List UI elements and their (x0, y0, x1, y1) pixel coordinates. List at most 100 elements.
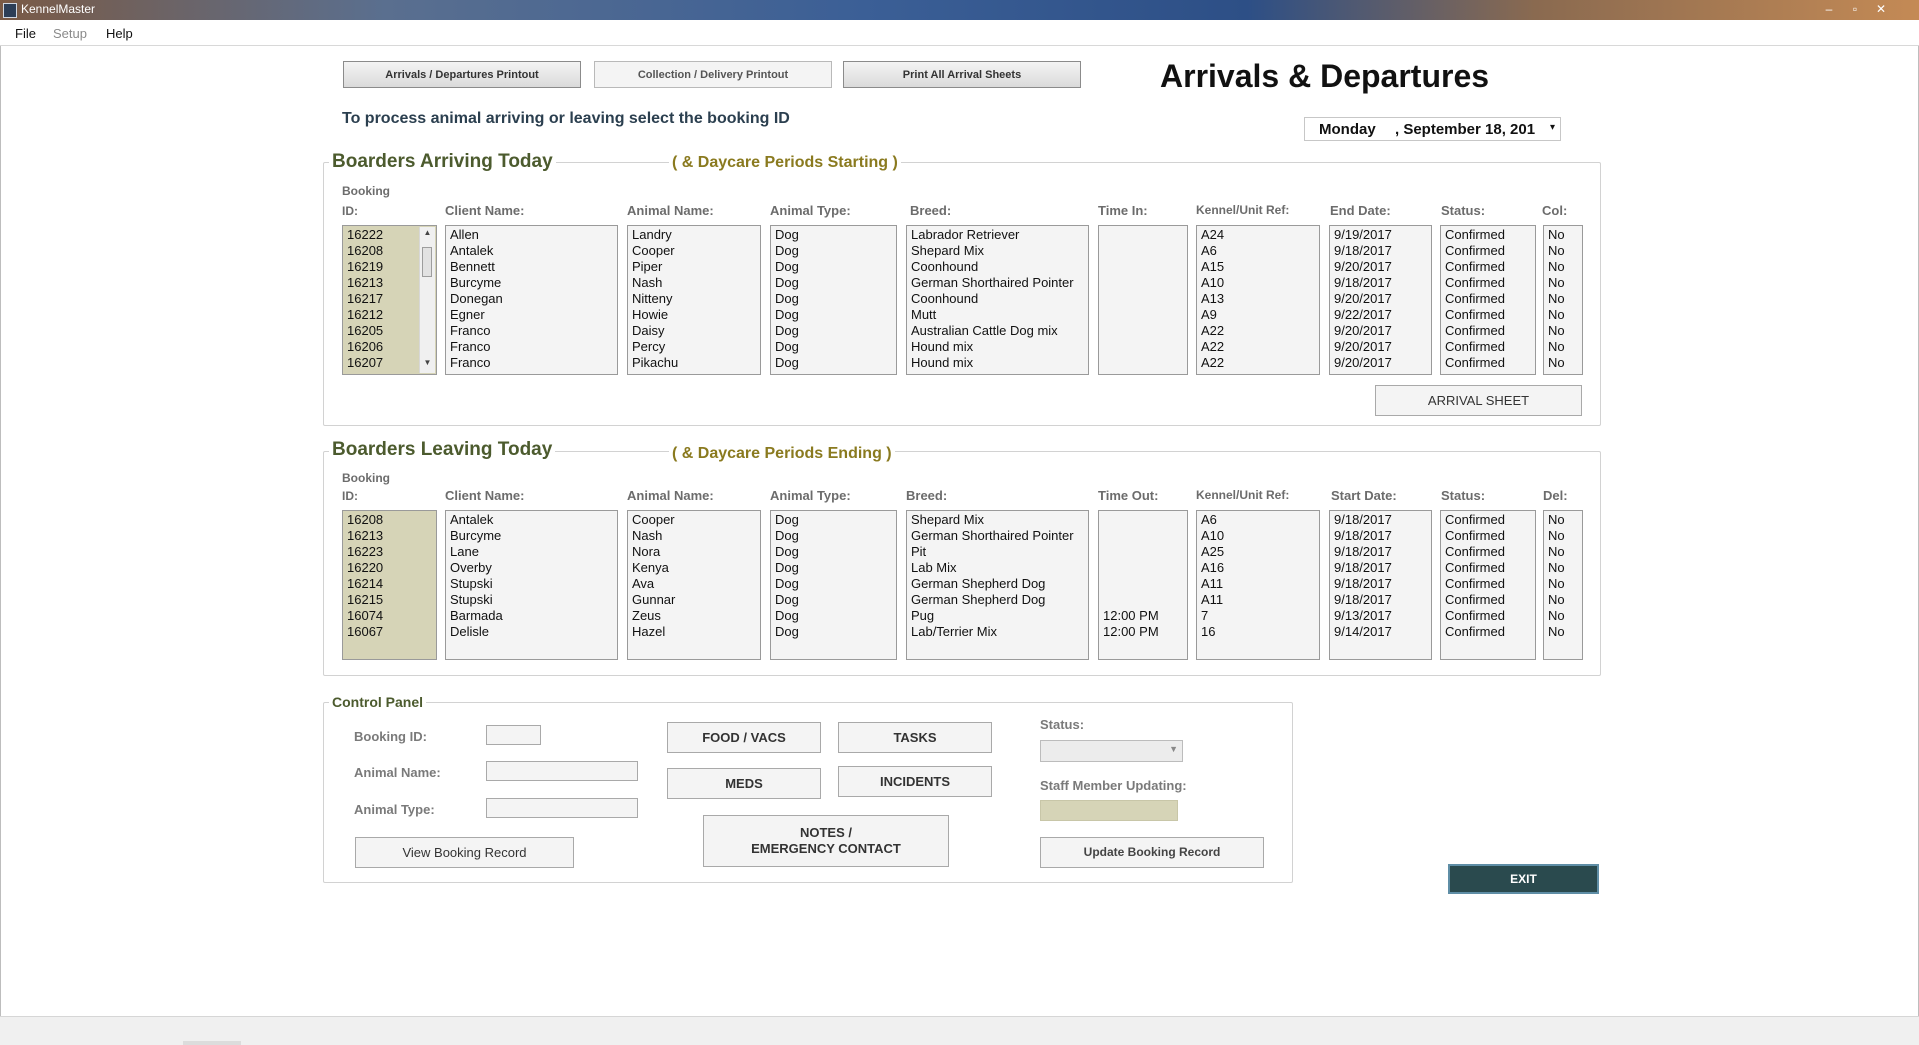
status-item[interactable]: Confirmed (1441, 576, 1535, 592)
kennel-item[interactable]: A13 (1197, 291, 1319, 307)
arriving-animal-type-list[interactable]: Dog Dog Dog Dog Dog Dog Dog Dog Dog (770, 225, 897, 375)
animal-type-item[interactable]: Dog (771, 528, 896, 544)
kennel-item[interactable]: A6 (1197, 243, 1319, 259)
breed-item[interactable]: Lab Mix (907, 560, 1088, 576)
date-item[interactable]: 9/18/2017 (1330, 576, 1431, 592)
minimize-icon[interactable]: – (1819, 1, 1839, 17)
date-item[interactable]: 9/18/2017 (1330, 528, 1431, 544)
date-item[interactable]: 9/18/2017 (1330, 592, 1431, 608)
notes-emergency-contact-button[interactable]: NOTES / EMERGENCY CONTACT (703, 815, 949, 867)
time-item[interactable]: 12:00 PM (1099, 608, 1187, 624)
animal-name-item[interactable]: Gunnar (628, 592, 760, 608)
leaving-del-list[interactable]: No No No No No No No No (1543, 510, 1583, 660)
arrival-sheet-button[interactable]: ARRIVAL SHEET (1375, 385, 1582, 416)
leaving-kennel-list[interactable]: A6 A10 A25 A16 A11 A11 7 16 (1196, 510, 1320, 660)
date-item[interactable]: 9/20/2017 (1330, 291, 1431, 307)
date-item[interactable]: 9/19/2017 (1330, 227, 1431, 243)
flag-item[interactable]: No (1544, 275, 1582, 291)
animal-type-item[interactable]: Dog (771, 624, 896, 640)
client-name-item[interactable]: Burcyme (446, 528, 617, 544)
flag-item[interactable]: No (1544, 576, 1582, 592)
animal-name-item[interactable]: Ava (628, 576, 760, 592)
date-item[interactable]: 9/18/2017 (1330, 275, 1431, 291)
time-item[interactable] (1099, 544, 1187, 560)
breed-item[interactable]: Coonhound (907, 259, 1088, 275)
animal-type-field[interactable] (486, 798, 638, 818)
scroll-up-icon[interactable]: ▲ (420, 228, 435, 237)
kennel-item[interactable]: A11 (1197, 592, 1319, 608)
kennel-item[interactable]: A22 (1197, 339, 1319, 355)
client-name-item[interactable]: Stupski (446, 592, 617, 608)
status-item[interactable]: Confirmed (1441, 275, 1535, 291)
breed-item[interactable]: Pug (907, 608, 1088, 624)
breed-item[interactable]: German Shorthaired Pointer (907, 528, 1088, 544)
animal-name-item[interactable]: Hazel (628, 624, 760, 640)
client-name-item[interactable]: Egner (446, 307, 617, 323)
flag-item[interactable]: No (1544, 259, 1582, 275)
animal-type-item[interactable]: Dog (771, 576, 896, 592)
status-item[interactable]: Confirmed (1441, 528, 1535, 544)
flag-item[interactable]: No (1544, 307, 1582, 323)
kennel-item[interactable]: A11 (1197, 576, 1319, 592)
animal-name-item[interactable]: Piper (628, 259, 760, 275)
animal-name-item[interactable]: Cooper (628, 512, 760, 528)
booking-id-item[interactable]: 16208 (343, 512, 436, 528)
leaving-animal-name-list[interactable]: Cooper Nash Nora Kenya Ava Gunnar Zeus Hazel (627, 510, 761, 660)
client-name-item[interactable]: Stupski (446, 576, 617, 592)
status-item[interactable]: Confirmed (1441, 307, 1535, 323)
update-booking-record-button[interactable]: Update Booking Record (1040, 837, 1264, 868)
breed-item[interactable]: German Shorthaired Pointer (907, 275, 1088, 291)
menu-file[interactable]: File (15, 26, 36, 41)
animal-type-item[interactable]: Dog (771, 291, 896, 307)
client-name-item[interactable]: Antalek (446, 512, 617, 528)
arriving-booking-id-list[interactable]: 16222 16208 16219 16213 16217 16212 16205 16206… (342, 225, 437, 375)
arriving-id-scrollbar[interactable]: ▲ ▼ (419, 227, 435, 373)
animal-name-item[interactable]: Nash (628, 275, 760, 291)
breed-item[interactable]: Lab/Terrier Mix (907, 624, 1088, 640)
food-vacs-button[interactable]: FOOD / VACS (667, 722, 821, 753)
breed-item[interactable]: Labrador Retriever (907, 227, 1088, 243)
breed-item[interactable]: Hound mix (907, 339, 1088, 355)
print-all-arrival-sheets-button[interactable]: Print All Arrival Sheets (843, 61, 1081, 88)
date-item[interactable]: 9/20/2017 (1330, 259, 1431, 275)
animal-name-item[interactable]: Landry (628, 227, 760, 243)
status-item[interactable]: Confirmed (1441, 259, 1535, 275)
status-item[interactable]: Confirmed (1441, 624, 1535, 640)
menu-help[interactable]: Help (106, 26, 133, 41)
menu-setup[interactable]: Setup (53, 26, 87, 41)
client-name-item[interactable]: Bennett (446, 259, 617, 275)
leaving-start-date-list[interactable]: 9/18/2017 9/18/2017 9/18/2017 9/18/2017 9/18… (1329, 510, 1432, 660)
client-name-item[interactable]: Allen (446, 227, 617, 243)
animal-name-item[interactable]: Daisy (628, 323, 760, 339)
leaving-animal-type-list[interactable]: Dog Dog Dog Dog Dog Dog Dog Dog (770, 510, 897, 660)
flag-item[interactable]: No (1544, 227, 1582, 243)
client-name-item[interactable]: Overby (446, 560, 617, 576)
animal-name-item[interactable]: Cooper (628, 243, 760, 259)
client-name-item[interactable]: Delisle (446, 624, 617, 640)
animal-type-item[interactable]: Dog (771, 512, 896, 528)
date-item[interactable]: 9/20/2017 (1330, 355, 1431, 371)
tasks-button[interactable]: TASKS (838, 722, 992, 753)
booking-id-item[interactable]: 16215 (343, 592, 436, 608)
breed-item[interactable]: Australian Cattle Dog mix (907, 323, 1088, 339)
meds-button[interactable]: MEDS (667, 768, 821, 799)
breed-item[interactable]: German Shepherd Dog (907, 592, 1088, 608)
booking-id-item[interactable]: 16213 (343, 528, 436, 544)
client-name-item[interactable]: Antalek (446, 243, 617, 259)
animal-name-field[interactable] (486, 761, 638, 781)
status-item[interactable]: Confirmed (1441, 592, 1535, 608)
leaving-booking-id-list[interactable]: 16208 16213 16223 16220 16214 16215 16074 16067 (342, 510, 437, 660)
client-name-item[interactable]: Lane (446, 544, 617, 560)
kennel-item[interactable]: A10 (1197, 275, 1319, 291)
arriving-col-list[interactable]: No No No No No No No No No (1543, 225, 1583, 375)
time-item[interactable] (1099, 592, 1187, 608)
flag-item[interactable]: No (1544, 560, 1582, 576)
leaving-time-list[interactable]: 12:00 PM 12:00 PM (1098, 510, 1188, 660)
view-booking-record-button[interactable]: View Booking Record (355, 837, 574, 868)
status-item[interactable]: Confirmed (1441, 323, 1535, 339)
booking-id-item[interactable]: 16074 (343, 608, 436, 624)
kennel-item[interactable]: A10 (1197, 528, 1319, 544)
status-item[interactable]: Confirmed (1441, 512, 1535, 528)
animal-type-item[interactable]: Dog (771, 608, 896, 624)
flag-item[interactable]: No (1544, 528, 1582, 544)
